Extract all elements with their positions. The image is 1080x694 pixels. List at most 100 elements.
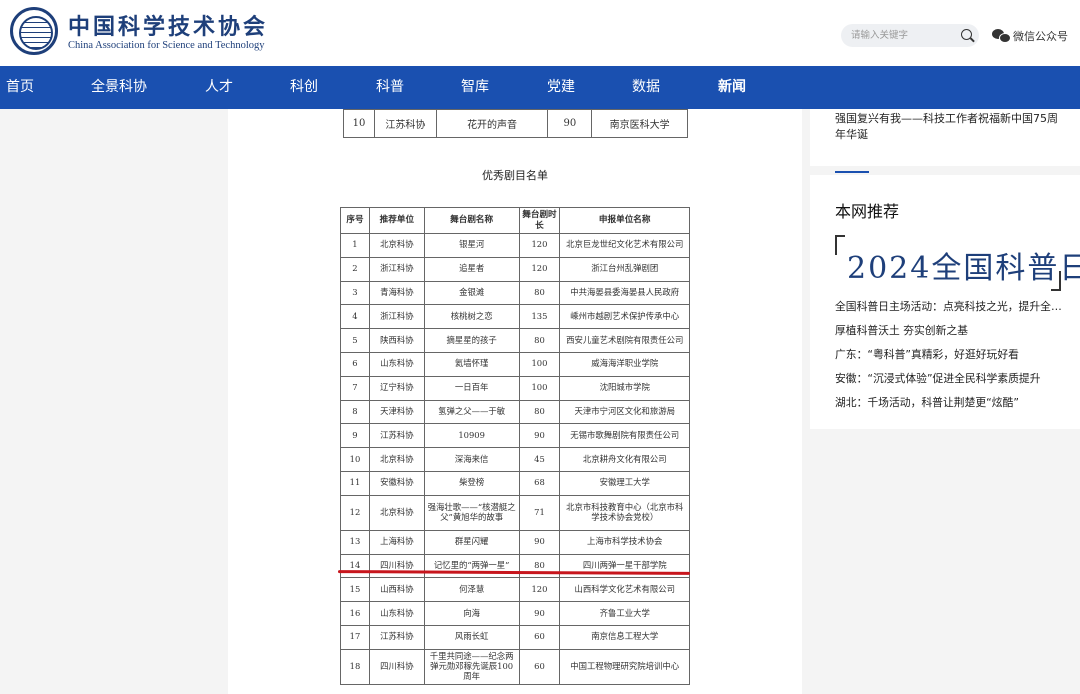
table-cell: 群星闪耀 [423,529,520,555]
table-cell: 氦墙怀瑾 [423,351,520,377]
nav-item-innovation[interactable]: 科创 [290,66,318,109]
table-cell: 江苏科协 [368,624,425,650]
nav-item-talent[interactable]: 人才 [205,66,233,109]
table-row: 15 山西科协 何泽慧 120 山西科学文化艺术有限公司 [340,577,690,603]
search-box [841,24,979,47]
table-cell: 5 [340,328,370,353]
table-cell: 90 [518,601,561,626]
table-cell: 中共海晏县委海晏县人民政府 [559,280,690,306]
table-row: 7 辽宁科协 一日百年 100 沈阳城市学院 [340,375,690,401]
table-cell: 金银滩 [423,280,520,306]
recommend-item[interactable]: 湖北：千场活动，科普让荆楚更“炫酷” [835,391,1067,415]
recommend-item[interactable]: 全国科普日主场活动：点亮科技之光，提升全民科学素质 [835,295,1067,319]
banner-text: 2024全国科普日 [847,251,1080,286]
table-cell: 西安儿童艺术剧院有限责任公司 [559,328,690,353]
science-day-banner[interactable]: 2024全国科普日 [835,233,1080,293]
table-body: 1 北京科协 银星河 120 北京巨龙世纪文化艺术有限公司 2 浙江科协 追星者 120 浙江台州… [340,233,690,685]
table-cell: 71 [518,494,561,531]
recommend-title: 本网推荐 [835,202,900,221]
sidebar-accent-bar [835,171,869,173]
table-cell: 核桃树之恋 [423,304,520,330]
table-cell: 9 [340,423,370,449]
wechat-link[interactable]: 微信公众号 [992,27,1068,45]
table-cell: 10 [343,109,375,138]
table-cell: 安徽理工大学 [559,470,690,496]
table-cell: 陕西科协 [368,328,425,353]
table-cell: 17 [340,624,370,650]
table-cell: 辽宁科协 [368,375,425,401]
table-cell: 13 [340,529,370,555]
table-cell: 何泽慧 [423,577,520,603]
table-cell: 山东科协 [368,351,425,377]
logo-title-cn[interactable]: 中国科学技术协会 [68,9,268,41]
table-cell: 深海来信 [423,447,520,472]
recommend-item[interactable]: 广东：“粤科普”真精彩，好逛好玩好看 [835,343,1067,367]
logo-title-en[interactable]: China Association for Science and Techno… [68,40,265,51]
table-cell: 风雨长虹 [423,624,520,650]
site-header: 中国科学技术协会 China Association for Science a… [0,0,1080,66]
table-cell: 威海海洋职业学院 [559,351,690,377]
table-cell: 45 [518,447,561,472]
table-cell: 四川科协 [368,553,425,579]
table-cell: 120 [518,256,561,282]
table-cell: 2 [340,256,370,282]
table-row: 6 山东科协 氦墙怀瑾 100 威海海洋职业学院 [340,351,690,377]
table-cell: 北京科协 [368,233,425,258]
table-cell: 北京市科技教育中心（北京市科学技术协会党校） [559,494,690,531]
table-cell: 10 [340,447,370,472]
previous-list-table: 10 江苏科协 花开的声音 90 南京医科大学 [343,109,688,138]
table-row: 10 江苏科协 花开的声音 90 南京医科大学 [343,109,688,138]
list-title: 优秀剧目名单 [482,170,548,182]
table-cell: 80 [518,328,561,353]
table-cell: 100 [518,351,561,377]
cast-emblem-icon[interactable] [10,7,58,55]
table-cell: 135 [518,304,561,330]
search-input[interactable] [851,27,951,44]
table-cell: 8 [340,399,370,425]
table-row: 16 山东科协 向海 90 齐鲁工业大学 [340,601,690,626]
table-row: 8 天津科协 氢弹之父——于敏 80 天津市宁河区文化和旅游局 [340,399,690,425]
table-cell: 北京巨龙世纪文化艺术有限公司 [559,233,690,258]
table-cell: 浙江台州乱弹剧团 [559,256,690,282]
table-cell: 中国工程物理研究院培训中心 [559,648,690,685]
table-row: 4 浙江科协 核桃树之恋 135 嵊州市越剧艺术保护传承中心 [340,304,690,330]
table-row: 10 北京科协 深海来信 45 北京耕舟文化有限公司 [340,447,690,472]
wechat-icon [992,29,1011,43]
nav-item-think-tank[interactable]: 智库 [461,66,489,109]
nav-item-home[interactable]: 首页 [6,66,34,109]
table-cell: 上海市科学技术协会 [559,529,690,555]
table-row: 13 上海科协 群星闪耀 90 上海市科学技术协会 [340,529,690,555]
search-icon[interactable] [961,29,972,40]
nav-item-news[interactable]: 新闻 [718,66,746,109]
bracket-right-icon [1051,271,1061,291]
table-row: 11 安徽科协 柴登榜 68 安徽理工大学 [340,470,690,496]
recommend-item[interactable]: 安徽：“沉浸式体验”促进全民科学素质提升 [835,367,1067,391]
table-cell: 向海 [423,601,520,626]
nav-item-party[interactable]: 党建 [547,66,575,109]
table-row: 3 青海科协 金银滩 80 中共海晏县委海晏县人民政府 [340,280,690,306]
table-cell: 齐鲁工业大学 [559,601,690,626]
table-cell: 山东科协 [368,601,425,626]
table-cell: 100 [518,375,561,401]
table-cell: 柴登榜 [423,470,520,496]
table-cell: 北京科协 [368,447,425,472]
table-cell: 花开的声音 [435,109,549,138]
table-cell: 90 [518,423,561,449]
table-cell: 浙江科协 [368,256,425,282]
recommend-item[interactable]: 厚植科普沃土 夯实创新之基 [835,319,1067,343]
table-row: 18 四川科协 千里共同途——纪念两弹元勋邓稼先诞辰100周年 60 中国工程物理研究院… [340,648,690,685]
table-cell: 11 [340,470,370,496]
table-cell: 80 [518,553,561,579]
table-row: 12 北京科协 强海壮歌——“核潜艇之父”黄旭华的故事 71 北京市科技教育中心（北京市… [340,494,690,531]
table-row: 5 陕西科协 摘星星的孩子 80 西安儿童艺术剧院有限责任公司 [340,328,690,353]
table-cell: 千里共同途——纪念两弹元勋邓稼先诞辰100周年 [423,648,520,685]
nav-item-popular-science[interactable]: 科普 [376,66,404,109]
table-cell: 80 [518,280,561,306]
nav-item-panorama[interactable]: 全景科协 [91,66,147,109]
table-cell: 6 [340,351,370,377]
sidebar-news-link[interactable]: 强国复兴有我——科技工作者祝福新中国75周年华诞 [835,111,1065,143]
main-nav: 首页 全景科协 人才 科创 科普 智库 党建 数据 新闻 [0,66,1080,109]
table-cell: 摘星星的孩子 [423,328,520,353]
nav-item-data[interactable]: 数据 [632,66,660,109]
table-cell: 沈阳城市学院 [559,375,690,401]
